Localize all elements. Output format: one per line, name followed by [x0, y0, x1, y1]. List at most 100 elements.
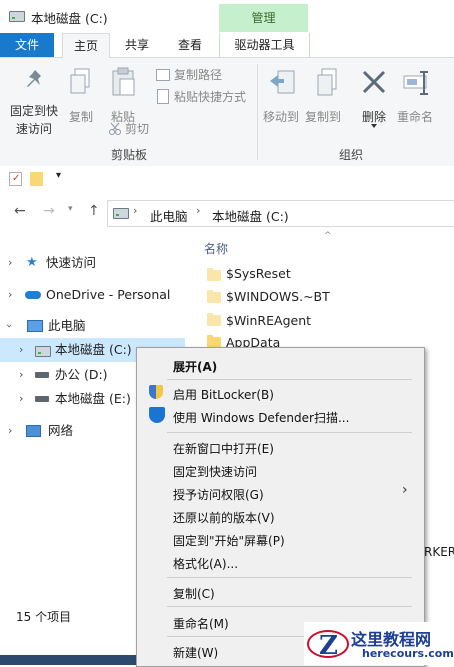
copy-to-button[interactable]: 复制到 [304, 64, 348, 126]
menu-item-restore-versions[interactable]: 还原以前的版本(V) [173, 509, 275, 526]
qat-customize-icon[interactable]: ▾ [56, 170, 61, 181]
delete-dropdown-arrow-icon[interactable] [371, 124, 377, 128]
new-folder-icon[interactable] [30, 172, 43, 186]
delete-x-icon [362, 70, 386, 94]
watermark-site-url: herecours.com [362, 647, 454, 660]
organize-group-label: 组织 [339, 148, 364, 162]
breadcrumb-separator-icon: › [196, 204, 201, 217]
nav-this-pc-label: 此电脑 [48, 318, 86, 333]
nav-drive-e-label: 本地磁盘 (E:) [55, 391, 131, 406]
file-list: $SysReset $WINDOWS.~BT $WinREAgent AppDa… [200, 264, 454, 354]
taskbar-strip [0, 655, 136, 665]
menu-item-bitlocker[interactable]: 启用 BitLocker(B) [173, 386, 274, 403]
submenu-arrow-icon: › [402, 482, 408, 498]
cloud-icon [25, 291, 41, 299]
breadcrumb-this-pc[interactable]: 此电脑 [150, 206, 188, 225]
status-item-count: 15 个项目 [16, 610, 72, 624]
nav-onedrive-label: OneDrive - Personal [46, 287, 171, 302]
expand-chevron-icon[interactable]: › [19, 387, 23, 411]
menu-item-pin-quick-access[interactable]: 固定到快速访问 [173, 463, 257, 480]
copy-icon [70, 68, 90, 94]
partial-file-name: RKER [424, 545, 454, 559]
drive-d-icon [35, 372, 49, 378]
tab-view[interactable]: 查看 [166, 33, 214, 57]
manage-context-tab[interactable]: 管理 [219, 4, 308, 32]
nav-drive-c-label: 本地磁盘 (C:) [55, 342, 132, 357]
menu-item-pin-start[interactable]: 固定到"开始"屏幕(P) [173, 532, 285, 549]
file-name: $WINDOWS.~BT [226, 289, 330, 304]
copy-button[interactable]: 复制 [66, 64, 98, 124]
menu-item-defender[interactable]: 使用 Windows Defender扫描... [173, 409, 349, 426]
drive-e-icon [35, 396, 49, 402]
expand-chevron-icon[interactable]: › [8, 419, 12, 443]
nav-network-label: 网络 [48, 423, 74, 438]
column-header-name[interactable]: 名称 [204, 240, 228, 257]
expand-chevron-icon[interactable]: › [8, 283, 12, 307]
defender-shield-icon [149, 407, 165, 423]
ribbon-divider [257, 64, 258, 160]
pin-icon [27, 70, 41, 87]
folder-icon [207, 290, 221, 303]
menu-item-expand[interactable]: 展开(A) [173, 358, 217, 375]
tab-drive-tools[interactable]: 驱动器工具 [219, 33, 310, 57]
folder-icon [207, 268, 221, 281]
breadcrumb-separator-icon: › [133, 204, 138, 217]
pin-label-line1: 固定到快 [10, 104, 59, 118]
cut-button[interactable]: 剪切 [106, 120, 156, 137]
menu-item-new[interactable]: 新建(W) [173, 644, 218, 661]
nav-quick-access[interactable]: › ★ 快速访问 [0, 251, 185, 275]
quick-access-toolbar: ✓ ▾ [0, 166, 454, 192]
list-item[interactable]: $WinREAgent [200, 309, 400, 329]
expand-chevron-icon[interactable]: › [19, 338, 23, 362]
expand-chevron-icon[interactable]: › [19, 363, 23, 387]
recent-locations-icon[interactable]: ▾ [68, 204, 73, 214]
star-icon: ★ [26, 255, 38, 270]
rename-icon [403, 71, 428, 95]
move-to-label: 移动到 [263, 110, 300, 124]
pin-quick-access-button[interactable]: 固定到快 速访问 [6, 64, 64, 136]
paste-shortcut-label: 粘贴快捷方式 [174, 90, 247, 104]
watermark-logo: Z [307, 630, 349, 661]
watermark: Z 这里教程网 herecours.com [304, 622, 454, 665]
paste-shortcut-button[interactable]: 粘贴快捷方式 [156, 88, 256, 105]
tab-share[interactable]: 共享 [114, 33, 160, 57]
copy-path-icon [156, 69, 170, 81]
tab-file[interactable]: 文件 [0, 33, 54, 57]
delete-button[interactable]: 删除 [356, 64, 392, 130]
collapse-chevron-icon[interactable]: › [0, 324, 21, 328]
menu-separator [167, 432, 412, 433]
menu-item-rename[interactable]: 重命名(M) [173, 615, 229, 632]
shield-icon [149, 385, 163, 399]
paste-shortcut-icon [157, 89, 169, 104]
copy-path-button[interactable]: 复制路径 [156, 66, 246, 83]
properties-check-icon[interactable]: ✓ [9, 172, 22, 186]
paste-button[interactable]: 粘贴 [104, 64, 144, 124]
menu-item-open-new-window[interactable]: 在新窗口中打开(E) [173, 440, 274, 457]
expand-chevron-icon[interactable]: › [8, 251, 12, 275]
move-to-button[interactable]: 移动到 [262, 64, 302, 126]
menu-item-grant-access[interactable]: 授予访问权限(G) [173, 486, 264, 503]
address-bar[interactable]: › 此电脑 › 本地磁盘 (C:) [107, 200, 454, 227]
forward-arrow-icon[interactable]: → [43, 203, 55, 219]
up-arrow-icon[interactable]: ↑ [88, 203, 100, 219]
list-item[interactable]: $WINDOWS.~BT [200, 286, 400, 306]
drive-c-icon [35, 346, 51, 357]
list-item[interactable]: $SysReset [200, 264, 400, 284]
nav-drive-d-label: 办公 (D:) [55, 367, 108, 382]
sort-ascending-icon[interactable]: ^ [324, 231, 332, 241]
folder-icon [207, 313, 221, 326]
menu-item-copy[interactable]: 复制(C) [173, 585, 215, 602]
menu-item-format[interactable]: 格式化(A)... [173, 555, 238, 572]
back-arrow-icon[interactable]: ← [14, 203, 26, 219]
tab-home[interactable]: 主页 [62, 33, 110, 59]
cut-label: 剪切 [125, 122, 150, 136]
svg-text:Z: Z [319, 631, 338, 661]
rename-button[interactable]: 重命名 [396, 64, 440, 126]
nav-this-pc[interactable]: › 此电脑 [0, 314, 185, 338]
copy-to-icon [317, 68, 337, 96]
network-icon [26, 425, 41, 437]
window-title: 本地磁盘 (C:) [31, 11, 108, 26]
breadcrumb-drive[interactable]: 本地磁盘 (C:) [212, 206, 289, 225]
nav-onedrive[interactable]: › OneDrive - Personal [0, 283, 185, 307]
menu-separator [167, 606, 412, 607]
